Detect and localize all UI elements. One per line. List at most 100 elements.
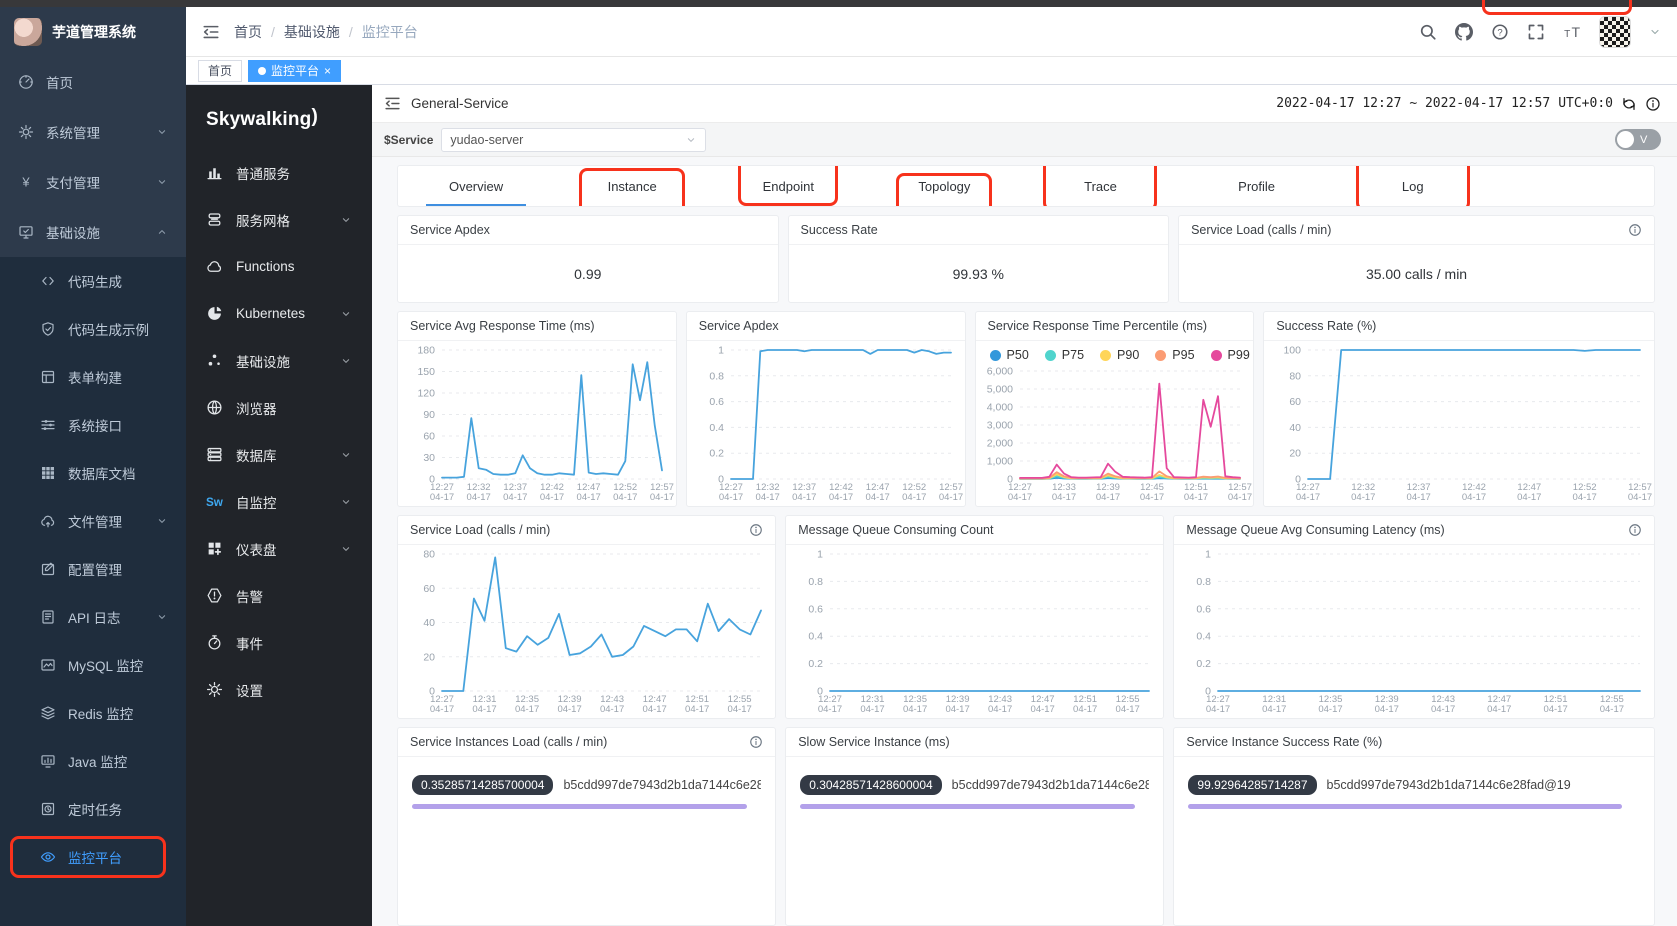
admin-submenu-item-11[interactable]: 定时任务: [0, 785, 186, 833]
admin-submenu-item-4[interactable]: 数据库文档: [0, 449, 186, 497]
info-icon[interactable]: [1645, 96, 1661, 112]
legend-P50[interactable]: P50: [989, 348, 1029, 362]
chart-card-mq_latency: Message Queue Avg Consuming Latency (ms)…: [1173, 515, 1655, 719]
sw-menu-item-7[interactable]: Sw 自监控: [186, 478, 372, 525]
chevron-down-icon: [340, 543, 352, 555]
admin-submenu-item-0[interactable]: 代码生成: [0, 257, 186, 305]
admin-menu-item-0[interactable]: 首页: [0, 57, 186, 107]
admin-submenu-item-8[interactable]: MySQL 监控: [0, 641, 186, 689]
legend-P99[interactable]: P99: [1210, 348, 1250, 362]
svg-text:04-17: 04-17: [902, 492, 926, 503]
instance-row[interactable]: 0.30428571428600004 b5cdd997de7943d2b1da7…: [800, 775, 1149, 795]
breadcrumb-item-1[interactable]: 基础设施: [284, 22, 340, 42]
refresh-icon[interactable]: [1621, 96, 1637, 112]
sw-menu-item-3[interactable]: Kubernetes: [186, 290, 372, 337]
svg-text:6,000: 6,000: [986, 366, 1012, 378]
tag-dot: [258, 66, 267, 75]
card-head: Service Instances Load (calls / min): [398, 728, 776, 757]
info-icon[interactable]: [1628, 523, 1642, 537]
instance-row[interactable]: 99.92964285714287 b5cdd997de7943d2b1da714…: [1188, 775, 1640, 795]
caret-down-icon[interactable]: [1649, 26, 1661, 38]
tabs-row: OverviewInstance服务实例Endpoint接口列表Topology…: [398, 166, 1491, 206]
tag-1[interactable]: 监控平台 ×: [248, 59, 342, 82]
tab-trace[interactable]: Trace链路追踪: [1022, 166, 1178, 206]
service-select[interactable]: yudao-server: [441, 127, 707, 152]
chevron-down-icon: [156, 126, 168, 138]
card-head: Service Avg Response Time (ms): [398, 312, 676, 341]
instance-cards-row: Service Instances Load (calls / min) 0.35…: [397, 727, 1655, 926]
svg-text:180: 180: [417, 345, 435, 357]
tab-endpoint[interactable]: Endpoint接口列表: [710, 166, 866, 206]
instance-row[interactable]: 0.35285714285700004 b5cdd997de7943d2b1da7…: [412, 775, 761, 795]
sw-menu-item-11[interactable]: 设置: [186, 666, 372, 713]
sw-menu-item-5[interactable]: 浏览器: [186, 384, 372, 431]
legend-P95[interactable]: P95: [1155, 348, 1195, 362]
admin-submenu-item-1[interactable]: 代码生成示例: [0, 305, 186, 353]
font-size-icon[interactable]: TT: [1563, 23, 1581, 41]
sw-menu-item-8[interactable]: 仪表盘: [186, 525, 372, 572]
admin-submenu-item-10[interactable]: Java 监控: [0, 737, 186, 785]
admin-menu-item-1[interactable]: 系统管理: [0, 107, 186, 157]
help-icon[interactable]: ?: [1491, 23, 1509, 41]
admin-menu-item-2[interactable]: ¥ 支付管理: [0, 157, 186, 207]
user-avatar[interactable]: [1599, 15, 1631, 48]
panel-fold-icon[interactable]: [384, 95, 401, 112]
app-logo[interactable]: 芋道管理系统: [0, 7, 186, 57]
svg-text:04-17: 04-17: [1319, 704, 1343, 715]
chart-card-success_rate: Success Rate (%) 100 80 60 40 20 0 12:27 04-17 12…: [1263, 311, 1655, 507]
admin-submenu-item-7[interactable]: API 日志: [0, 593, 186, 641]
tab-log[interactable]: Log日志中心: [1335, 166, 1491, 206]
admin-submenu-item-2[interactable]: 表单构建: [0, 353, 186, 401]
time-range[interactable]: 2022-04-17 12:27 ~ 2022-04-17 12:57: [1276, 96, 1550, 111]
sw-menu-item-1[interactable]: 服务网格: [186, 196, 372, 243]
admin-submenu-item-6[interactable]: 配置管理: [0, 545, 186, 593]
info-icon[interactable]: [749, 735, 763, 749]
legend-P75[interactable]: P75: [1044, 348, 1084, 362]
admin-submenu-item-9[interactable]: Redis 监控: [0, 689, 186, 737]
card-title: Slow Service Instance (ms): [798, 735, 950, 749]
admin-submenu-item-5[interactable]: 文件管理: [0, 497, 186, 545]
breadcrumb-item-0[interactable]: 首页: [234, 22, 262, 42]
sw-menu-item-2[interactable]: Functions: [186, 243, 372, 290]
fullscreen-icon[interactable]: [1527, 23, 1545, 41]
tab-overview[interactable]: Overview: [398, 166, 554, 206]
admin-submenu-item-12[interactable]: 监控平台: [0, 833, 186, 881]
svg-text:04-17: 04-17: [1095, 492, 1119, 503]
tag-0[interactable]: 首页: [198, 59, 243, 82]
search-icon[interactable]: [1419, 23, 1437, 41]
admin-submenu-item-3[interactable]: 系统接口: [0, 401, 186, 449]
svg-text:60: 60: [423, 583, 435, 595]
grid-icon: [40, 465, 56, 481]
svg-text:04-17: 04-17: [600, 704, 624, 715]
github-icon[interactable]: [1455, 22, 1473, 41]
sw-menu-item-4[interactable]: 基础设施: [186, 337, 372, 384]
tag-close-icon[interactable]: ×: [324, 65, 331, 77]
info-icon[interactable]: [1628, 223, 1642, 237]
version-toggle[interactable]: V: [1615, 129, 1661, 150]
sidebar-fold-icon[interactable]: [202, 23, 220, 41]
info-icon[interactable]: [749, 523, 763, 537]
charts-row-1: Service Avg Response Time (ms) 180 150 120 9…: [397, 311, 1655, 507]
chevron-down-icon: [156, 515, 168, 527]
edit-icon: [40, 561, 56, 577]
sw-menu-item-9[interactable]: 告警: [186, 572, 372, 619]
svg-text:04-17: 04-17: [467, 492, 491, 503]
sw-menu-item-10[interactable]: 事件: [186, 619, 372, 666]
sw-icon: Sw: [206, 493, 223, 510]
card-title: Service Apdex: [698, 319, 779, 333]
sw-menu-item-6[interactable]: 数据库: [186, 431, 372, 478]
tab-profile[interactable]: Profile: [1179, 166, 1335, 206]
sw-menu-item-0[interactable]: 普通服务: [186, 149, 372, 196]
tab-label: Instance: [607, 178, 657, 194]
card-title: Success Rate (%): [1276, 319, 1377, 333]
tab-topology[interactable]: Topology拓扑图: [866, 166, 1022, 206]
svg-text:04-17: 04-17: [1375, 704, 1399, 715]
instance-progress-bar: [1188, 804, 1622, 809]
admin-sidebar: 芋道管理系统 首页 系统管理 ¥ 支付管理 基础设施 代码生成 代码生成示例 表单构建 系统接…: [0, 7, 186, 926]
admin-menu-item-3[interactable]: 基础设施: [0, 207, 186, 257]
legend-P90[interactable]: P90: [1100, 348, 1139, 362]
tab-instance[interactable]: Instance服务实例: [554, 166, 710, 206]
svg-text:0.4: 0.4: [709, 422, 724, 434]
svg-text:2,000: 2,000: [986, 438, 1012, 450]
svg-text:04-17: 04-17: [1206, 704, 1230, 715]
